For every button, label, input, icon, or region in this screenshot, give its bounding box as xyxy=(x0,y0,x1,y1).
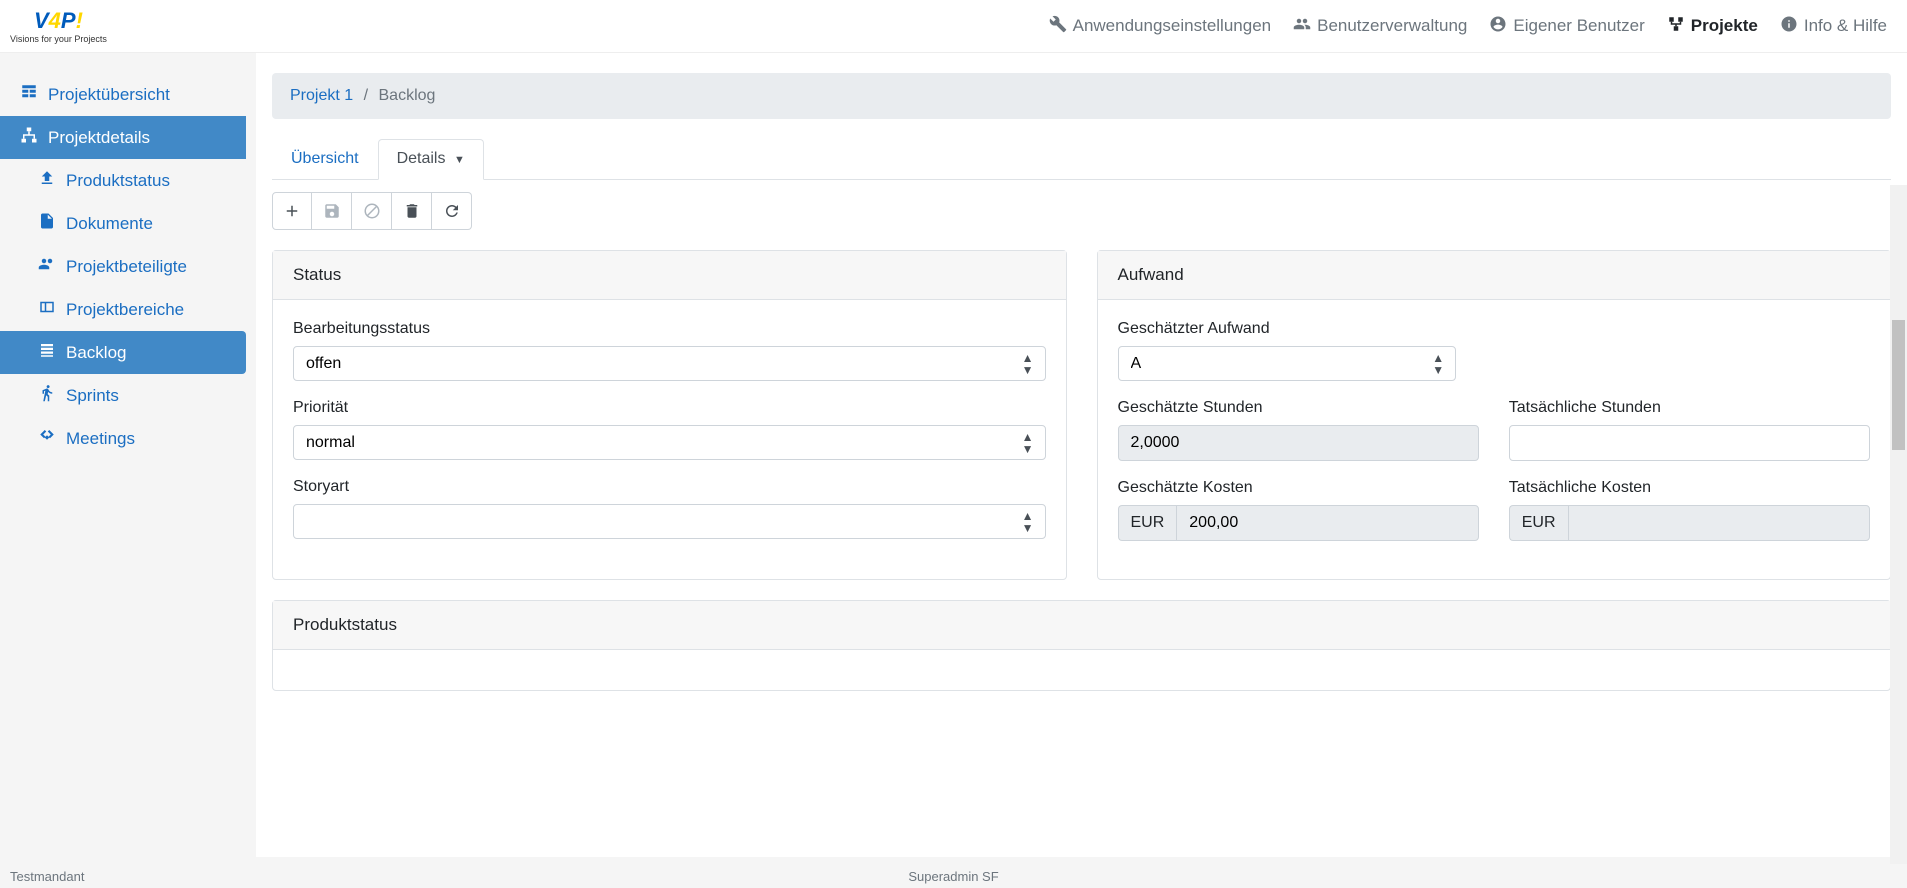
sidebar-item-label: Projektdetails xyxy=(48,128,150,148)
table-icon xyxy=(20,83,38,106)
breadcrumb-project[interactable]: Projekt 1 xyxy=(290,87,353,104)
geschaetzte-kosten-input xyxy=(1176,505,1478,541)
storyart-select[interactable] xyxy=(293,504,1046,539)
nav-settings-label: Anwendungseinstellungen xyxy=(1073,16,1272,36)
sidebar-item-label: Produktstatus xyxy=(66,171,170,191)
logo[interactable]: V4P! Visions for your Projects xyxy=(10,8,107,44)
board-icon xyxy=(38,298,56,321)
tab-overview[interactable]: Übersicht xyxy=(272,139,378,179)
tab-details-label: Details xyxy=(397,150,446,167)
footer-left: Testmandant xyxy=(10,869,84,884)
prioritaet-label: Priorität xyxy=(293,399,1046,417)
storyart-label: Storyart xyxy=(293,478,1046,496)
nav-settings[interactable]: Anwendungseinstellungen xyxy=(1049,15,1272,38)
sidebar-item-sprints[interactable]: Sprints xyxy=(0,374,256,417)
sitemap-icon xyxy=(20,126,38,149)
sidebar-item-meetings[interactable]: Meetings xyxy=(0,417,256,460)
refresh-button[interactable] xyxy=(432,192,472,230)
nav-users[interactable]: Benutzerverwaltung xyxy=(1293,15,1467,38)
save-button[interactable] xyxy=(312,192,352,230)
geschaetzter-aufwand-select[interactable]: A xyxy=(1118,346,1457,381)
card-status: Status Bearbeitungsstatus offen ▲▼ Prior… xyxy=(272,250,1067,580)
nav-help[interactable]: Info & Hilfe xyxy=(1780,15,1887,38)
tatsaechliche-kosten-label: Tatsächliche Kosten xyxy=(1509,479,1870,497)
delete-button[interactable] xyxy=(392,192,432,230)
nav-users-label: Benutzerverwaltung xyxy=(1317,16,1467,36)
sidebar-item-participants[interactable]: Projektbeteiligte xyxy=(0,245,256,288)
handshake-icon xyxy=(38,427,56,450)
breadcrumb-separator: / xyxy=(364,87,368,104)
bearbeitungsstatus-label: Bearbeitungsstatus xyxy=(293,320,1046,338)
breadcrumb: Projekt 1 / Backlog xyxy=(272,73,1891,119)
scrollbar-thumb[interactable] xyxy=(1892,320,1905,450)
add-button[interactable] xyxy=(272,192,312,230)
sidebar-item-label: Backlog xyxy=(66,343,126,363)
nav-ownuser-label: Eigener Benutzer xyxy=(1513,16,1644,36)
card-aufwand-title: Aufwand xyxy=(1098,251,1891,300)
currency-label: EUR xyxy=(1118,505,1177,541)
info-circle-icon xyxy=(1780,15,1798,38)
upload-icon xyxy=(38,169,56,192)
breadcrumb-current: Backlog xyxy=(379,87,436,104)
sidebar-item-details[interactable]: Projektdetails xyxy=(0,116,246,159)
sidebar-item-label: Dokumente xyxy=(66,214,153,234)
topnav: Anwendungseinstellungen Benutzerverwaltu… xyxy=(1049,15,1887,38)
file-icon xyxy=(38,212,56,235)
prioritaet-select[interactable]: normal xyxy=(293,425,1046,460)
sidebar-item-label: Projektübersicht xyxy=(48,85,170,105)
sidebar-item-areas[interactable]: Projektbereiche xyxy=(0,288,256,331)
card-status-title: Status xyxy=(273,251,1066,300)
sidebar-item-overview[interactable]: Projektübersicht xyxy=(0,73,256,116)
sidebar: Projektübersicht Projektdetails Produkts… xyxy=(0,53,256,857)
project-icon xyxy=(1667,15,1685,38)
nav-ownuser[interactable]: Eigener Benutzer xyxy=(1489,15,1644,38)
card-produktstatus-title: Produktstatus xyxy=(273,601,1890,650)
tatsaechliche-stunden-label: Tatsächliche Stunden xyxy=(1509,399,1870,417)
geschaetzter-aufwand-label: Geschätzter Aufwand xyxy=(1118,320,1871,338)
sidebar-item-label: Projektbeteiligte xyxy=(66,257,187,277)
tatsaechliche-stunden-input[interactable] xyxy=(1509,425,1870,461)
bearbeitungsstatus-select[interactable]: offen xyxy=(293,346,1046,381)
tabs: Übersicht Details ▼ xyxy=(272,139,1891,180)
footer: Testmandant Superadmin SF xyxy=(0,865,1907,888)
card-produktstatus: Produktstatus xyxy=(272,600,1891,691)
sidebar-item-label: Sprints xyxy=(66,386,119,406)
users-icon xyxy=(1293,15,1311,38)
geschaetzte-stunden-label: Geschätzte Stunden xyxy=(1118,399,1479,417)
users-icon xyxy=(38,255,56,278)
logo-text: V4P! xyxy=(34,8,83,34)
geschaetzte-stunden-input xyxy=(1118,425,1479,461)
list-icon xyxy=(38,341,56,364)
nav-projects-label: Projekte xyxy=(1691,16,1758,36)
topbar: V4P! Visions for your Projects Anwendung… xyxy=(0,0,1907,53)
logo-subtitle: Visions for your Projects xyxy=(10,34,107,44)
cancel-button[interactable] xyxy=(352,192,392,230)
sidebar-item-label: Projektbereiche xyxy=(66,300,184,320)
card-aufwand: Aufwand Geschätzter Aufwand A ▲▼ Geschät… xyxy=(1097,250,1892,580)
wrench-icon xyxy=(1049,15,1067,38)
tab-details[interactable]: Details ▼ xyxy=(378,139,484,180)
chevron-down-icon: ▼ xyxy=(454,154,465,166)
nav-projects[interactable]: Projekte xyxy=(1667,15,1758,38)
geschaetzte-kosten-label: Geschätzte Kosten xyxy=(1118,479,1479,497)
toolbar xyxy=(272,192,1891,230)
running-icon xyxy=(38,384,56,407)
main-content: Projekt 1 / Backlog Übersicht Details ▼ … xyxy=(256,53,1907,857)
scrollbar[interactable] xyxy=(1890,185,1907,864)
tatsaechliche-kosten-input xyxy=(1568,505,1870,541)
nav-help-label: Info & Hilfe xyxy=(1804,16,1887,36)
footer-center: Superadmin SF xyxy=(908,869,998,884)
sidebar-item-documents[interactable]: Dokumente xyxy=(0,202,256,245)
sidebar-item-label: Meetings xyxy=(66,429,135,449)
user-circle-icon xyxy=(1489,15,1507,38)
currency-label: EUR xyxy=(1509,505,1568,541)
sidebar-item-productstatus[interactable]: Produktstatus xyxy=(0,159,256,202)
sidebar-item-backlog[interactable]: Backlog xyxy=(0,331,246,374)
